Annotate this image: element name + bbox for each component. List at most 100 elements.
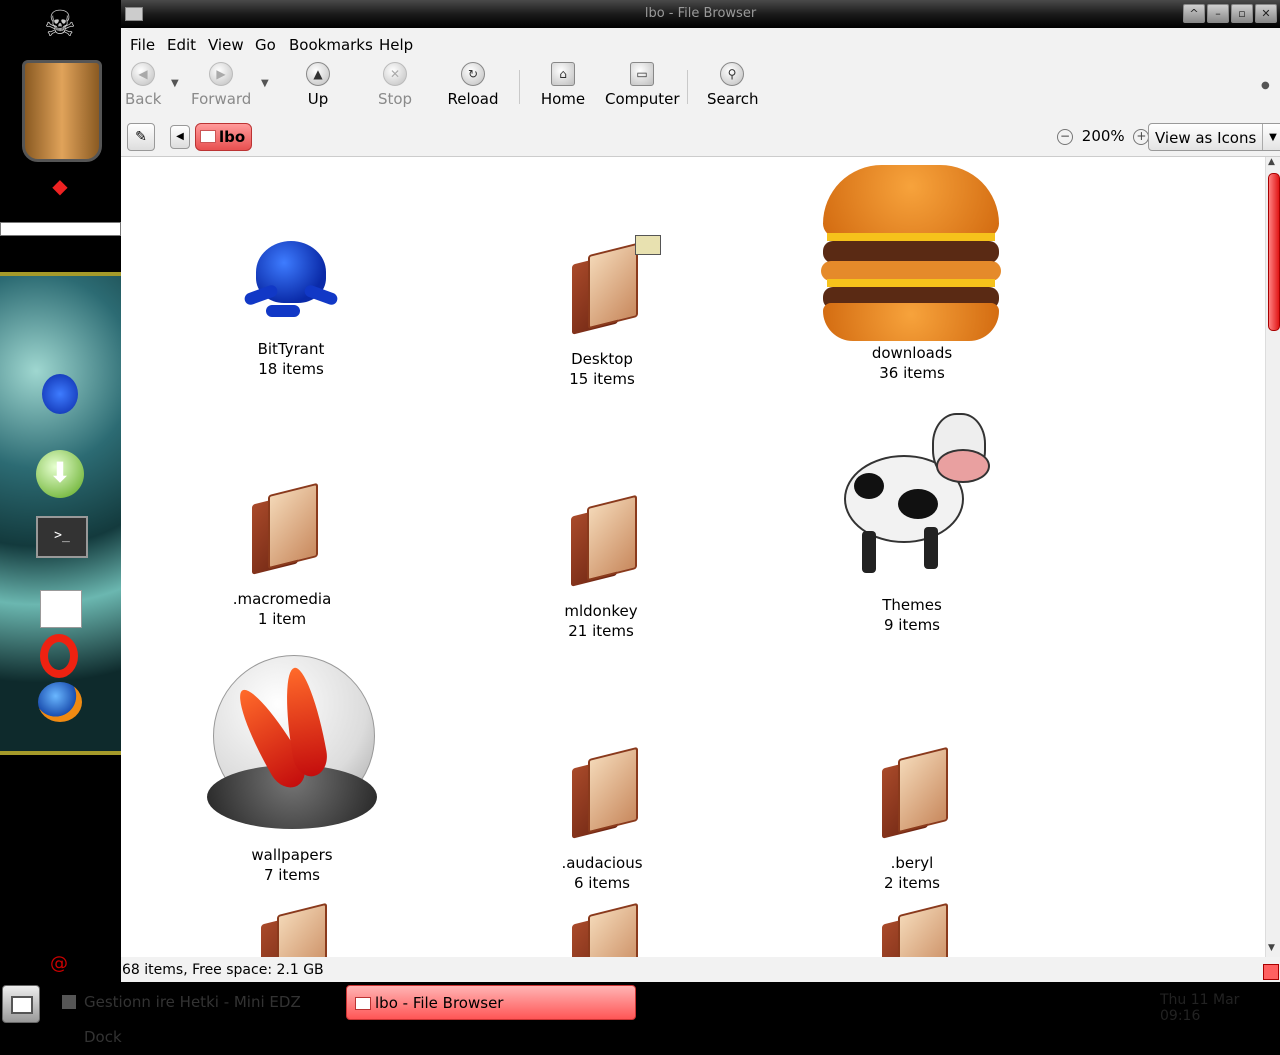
home-icon: ⌂ — [551, 62, 575, 86]
resize-grip[interactable] — [1263, 964, 1279, 980]
app-icon — [62, 995, 76, 1009]
show-desktop-button[interactable] — [2, 985, 40, 1023]
item-count: 18 items — [258, 360, 324, 378]
breadcrumb-lbo[interactable]: lbo — [195, 123, 253, 151]
menu-help[interactable]: Help — [379, 36, 413, 54]
status-text: 68 items, Free space: 2.1 GB — [122, 962, 324, 978]
debian-icon[interactable]: @ — [50, 954, 70, 974]
taskbar-item[interactable]: Gestionn ire Hetki - Mini EDZ Dock — [56, 985, 341, 1046]
download-dock-icon[interactable]: ⬇ — [36, 450, 84, 498]
item-count: 15 items — [569, 370, 635, 388]
status-bar: 68 items, Free space: 2.1 GB — [121, 958, 1280, 982]
item-count: 1 item — [257, 610, 307, 628]
opera-dock-icon[interactable] — [40, 634, 78, 678]
menu-file[interactable]: File — [130, 36, 155, 54]
item-count: 21 items — [568, 622, 634, 640]
menu-view[interactable]: View — [208, 36, 244, 54]
scroll-up-button[interactable]: ▲ — [1268, 157, 1275, 167]
toggle-location-entry-button[interactable]: ✎ — [127, 123, 155, 151]
forward-icon: ▶ — [209, 62, 233, 86]
folder-item[interactable] — [186, 902, 396, 957]
reload-button[interactable]: ↻ Reload — [447, 62, 499, 108]
folder-item[interactable]: mldonkey 21 items — [496, 494, 706, 641]
forward-history-dropdown[interactable]: ▼ — [261, 78, 269, 89]
item-name: mldonkey — [564, 602, 638, 620]
side-dock: ☠ ◆ ⬇ >_ @ — [0, 0, 121, 982]
item-name: .audacious — [561, 854, 643, 872]
folder-item[interactable]: .macromedia 1 item — [177, 482, 387, 629]
dock-progress-bar — [0, 222, 121, 236]
firefox-dock-icon[interactable] — [38, 682, 82, 722]
folder-item[interactable] — [497, 902, 707, 957]
menu-edit[interactable]: Edit — [167, 36, 196, 54]
stop-icon: ✕ — [383, 62, 407, 86]
folder-book-icon — [255, 902, 327, 957]
breadcrumb-scroll-left-button[interactable]: ◀ — [170, 125, 190, 149]
folder-book-icon — [566, 242, 638, 335]
folder-item[interactable]: .audacious 6 items — [497, 746, 707, 893]
chevron-down-icon: ▼ — [1262, 124, 1280, 150]
toolbar-separator — [687, 70, 688, 104]
menu-go[interactable]: Go — [255, 36, 276, 54]
view-mode-select[interactable]: View as Icons ▼ — [1148, 123, 1280, 151]
title-bar[interactable]: lbo - File Browser ^ – ▫ ✕ — [121, 0, 1280, 28]
bucket-icon[interactable] — [22, 60, 102, 162]
taskbar-item-active[interactable]: lbo - File Browser — [346, 985, 636, 1020]
folder-item[interactable]: wallpapers 7 items — [187, 655, 397, 885]
shade-button[interactable]: ^ — [1183, 4, 1205, 23]
window-title: lbo - File Browser — [644, 6, 757, 21]
feather-sphere-icon — [207, 655, 377, 845]
back-history-dropdown[interactable]: ▼ — [171, 78, 179, 89]
toolbar: ◀ Back ▼ ▶ Forward ▼ ▲ Up ✕ Stop ↻ Reloa… — [121, 58, 1280, 119]
folder-item[interactable] — [807, 902, 1017, 957]
item-name: .macromedia — [232, 590, 332, 608]
forward-button[interactable]: ▶ Forward — [191, 62, 251, 108]
desktop-icon — [11, 996, 33, 1014]
maximize-button[interactable]: ▫ — [1231, 4, 1253, 23]
folder-item[interactable]: BitTyrant 18 items — [186, 217, 396, 379]
up-button[interactable]: ▲ Up — [301, 62, 335, 108]
home-button[interactable]: ⌂ Home — [539, 62, 587, 108]
scroll-down-button[interactable]: ▼ — [1268, 943, 1275, 953]
menu-bookmarks[interactable]: Bookmarks — [289, 36, 373, 54]
folder-icon — [355, 997, 371, 1010]
item-name: wallpapers — [251, 846, 333, 864]
terminal-dock-icon[interactable]: >_ — [36, 516, 88, 558]
zoom-out-button[interactable]: − — [1057, 129, 1073, 145]
computer-button[interactable]: ▭ Computer — [605, 62, 680, 108]
search-icon: ⚲ — [720, 62, 744, 86]
item-count: 9 items — [883, 616, 940, 634]
icon-view[interactable]: BitTyrant 18 items Desktop 15 items down… — [121, 157, 1265, 957]
close-button[interactable]: ✕ — [1255, 4, 1277, 23]
gem-icon[interactable]: ◆ — [48, 174, 72, 198]
back-button[interactable]: ◀ Back — [125, 62, 161, 108]
notepad-dock-icon[interactable] — [40, 590, 82, 628]
menu-bar: File Edit View Go Bookmarks Help — [121, 30, 1280, 58]
folder-book-icon — [566, 902, 638, 957]
folder-item[interactable]: Themes 9 items — [807, 403, 1017, 635]
folder-item[interactable]: .beryl 2 items — [807, 746, 1017, 893]
frog-icon — [236, 217, 346, 327]
reload-icon: ↻ — [461, 62, 485, 86]
item-count: 36 items — [879, 364, 945, 382]
folder-book-icon — [565, 494, 637, 587]
file-browser-window: lbo - File Browser ^ – ▫ ✕ File Edit Vie… — [121, 0, 1280, 982]
skull-icon[interactable]: ☠ — [36, 6, 84, 44]
zoom-level[interactable]: 200% — [1082, 127, 1125, 145]
search-button[interactable]: ⚲ Search — [707, 62, 759, 108]
folder-book-icon — [246, 482, 318, 575]
stop-button[interactable]: ✕ Stop — [375, 62, 415, 108]
folder-item[interactable]: Desktop 15 items — [497, 235, 707, 389]
folder-item[interactable]: downloads 36 items — [807, 165, 1017, 383]
back-icon: ◀ — [131, 62, 155, 86]
throbber-icon: ● — [1261, 80, 1270, 91]
burger-icon — [817, 165, 1007, 341]
item-name: Desktop — [571, 350, 633, 368]
frog-dock-icon[interactable] — [42, 374, 78, 414]
clock[interactable]: Thu 11 Mar 09:16 — [1160, 992, 1280, 1024]
item-count: 2 items — [883, 874, 940, 892]
scrollbar-thumb[interactable] — [1268, 173, 1280, 331]
item-count: 6 items — [573, 874, 630, 892]
vertical-scrollbar[interactable]: ▲ ▼ — [1265, 157, 1280, 957]
minimize-button[interactable]: – — [1207, 4, 1229, 23]
